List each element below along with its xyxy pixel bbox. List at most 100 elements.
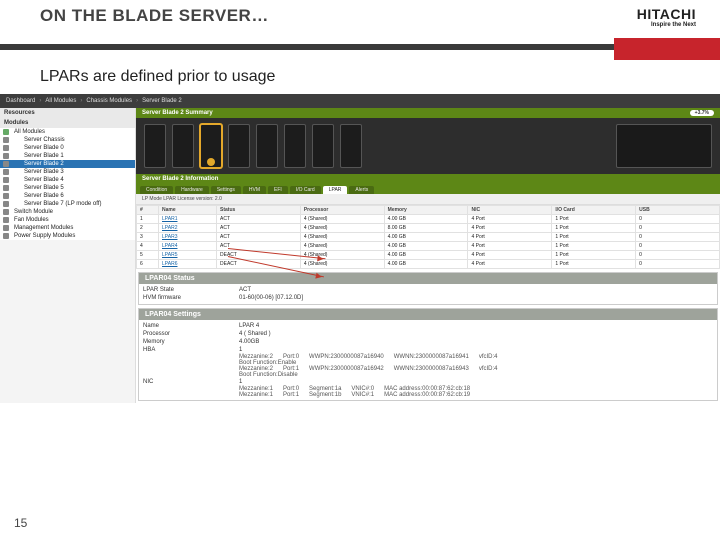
cell: 4 (Shared): [300, 215, 384, 224]
table-row[interactable]: 3LPAR3ACT4 (Shared)4.00 GB4 Port1 Port0: [137, 233, 720, 242]
sidebar-item-0[interactable]: All Modules: [0, 128, 135, 136]
lpar-link[interactable]: LPAR6: [159, 260, 217, 269]
hba-label: HBA: [143, 347, 239, 353]
col-header[interactable]: I/O Card: [552, 206, 636, 215]
cell: 4.00 GB: [384, 215, 468, 224]
lpar-link[interactable]: LPAR4: [159, 242, 217, 251]
tab-settings[interactable]: Settings: [211, 186, 241, 194]
warning-icon: [207, 158, 215, 166]
sidebar-item-5[interactable]: Server Blade 3: [0, 168, 135, 176]
cell: 3: [137, 233, 159, 242]
sidebar-item-6[interactable]: Server Blade 4: [0, 176, 135, 184]
tab-hvm[interactable]: HVM: [243, 186, 266, 194]
blade-slot-5[interactable]: [284, 124, 306, 168]
summary-title: Server Blade 2 Summary: [142, 110, 213, 116]
crumb-2[interactable]: Chassis Modules: [86, 98, 132, 104]
page-number: 15: [14, 516, 27, 530]
col-header[interactable]: Processor: [300, 206, 384, 215]
summary-bar: Server Blade 2 Summary +3.7%: [136, 108, 720, 118]
col-header[interactable]: #: [137, 206, 159, 215]
cell: 1 Port: [552, 233, 636, 242]
blade-slot-1[interactable]: [172, 124, 194, 168]
table-row[interactable]: 6LPAR6DEACT4 (Shared)4.00 GB4 Port1 Port…: [137, 260, 720, 269]
sidebar-header-modules: Modules: [0, 118, 135, 128]
tab-i-o-card[interactable]: I/O Card: [290, 186, 321, 194]
blade-slot-6[interactable]: [312, 124, 334, 168]
cell: 4.00 GB: [384, 233, 468, 242]
cell: 4 Port: [468, 242, 552, 251]
cell: 4 (Shared): [300, 224, 384, 233]
sidebar-item-13[interactable]: Power Supply Modules: [0, 232, 135, 240]
lpar-link[interactable]: LPAR3: [159, 233, 217, 242]
slide-subtitle: LPARs are defined prior to usage: [0, 50, 720, 94]
tab-hardware[interactable]: Hardware: [175, 186, 209, 194]
col-header[interactable]: Name: [159, 206, 217, 215]
sidebar-item-10[interactable]: Switch Module: [0, 208, 135, 216]
blade-slot-0[interactable]: [144, 124, 166, 168]
lpar-settings-panel: LPAR04 Settings NameLPAR 4 Processor4 ( …: [138, 308, 718, 401]
cell: 8.00 GB: [384, 224, 468, 233]
tab-efi[interactable]: EFI: [268, 186, 288, 194]
cell: 4.00 GB: [384, 260, 468, 269]
lpar-link[interactable]: LPAR1: [159, 215, 217, 224]
sidebar-header-resources: Resources: [0, 108, 135, 118]
cell: 2: [137, 224, 159, 233]
table-row[interactable]: 2LPAR2ACT4 (Shared)8.00 GB4 Port1 Port0: [137, 224, 720, 233]
cell: 4 (Shared): [300, 260, 384, 269]
table-row[interactable]: 1LPAR1ACT4 (Shared)4.00 GB4 Port1 Port0: [137, 215, 720, 224]
crumb-1[interactable]: All Modules: [45, 98, 76, 104]
info-bar: Server Blade 2 Information: [136, 174, 720, 184]
tab-alerts[interactable]: Alerts: [349, 186, 374, 194]
sidebar-item-9[interactable]: Server Blade 7 (LP mode off): [0, 200, 135, 208]
col-header[interactable]: Memory: [384, 206, 468, 215]
cell: 4 Port: [468, 215, 552, 224]
blade-slot-2[interactable]: [200, 124, 222, 168]
crumb-3[interactable]: Server Blade 2: [142, 98, 182, 104]
sidebar-item-3[interactable]: Server Blade 1: [0, 152, 135, 160]
sidebar-item-11[interactable]: Fan Modules: [0, 216, 135, 224]
tab-condition[interactable]: Condition: [140, 186, 173, 194]
cell: 0: [636, 242, 720, 251]
brand-name: HITACHI: [637, 6, 696, 22]
firmware-label: HVM firmware: [143, 295, 239, 301]
lpar-link[interactable]: LPAR2: [159, 224, 217, 233]
cell: 1 Port: [552, 251, 636, 260]
hba-count: 1: [239, 347, 713, 353]
sidebar-item-7[interactable]: Server Blade 5: [0, 184, 135, 192]
blade-slot-4[interactable]: [256, 124, 278, 168]
col-header[interactable]: NIC: [468, 206, 552, 215]
health-badge[interactable]: +3.7%: [690, 110, 714, 116]
lpar-table: #NameStatusProcessorMemoryNICI/O CardUSB…: [136, 205, 720, 269]
col-header[interactable]: Status: [217, 206, 301, 215]
cell: 0: [636, 224, 720, 233]
sidebar-item-8[interactable]: Server Blade 6: [0, 192, 135, 200]
crumb-0[interactable]: Dashboard: [6, 98, 35, 104]
resource-sidebar: Resources Modules All ModulesServer Chas…: [0, 108, 136, 403]
brand-logo: HITACHI Inspire the Next: [637, 6, 696, 28]
proc-value: 4 ( Shared ): [239, 331, 713, 337]
tab-lpar[interactable]: LPAR: [323, 186, 348, 194]
nic-count: 1: [239, 379, 713, 385]
state-label: LPAR State: [143, 287, 239, 293]
cell: 1: [137, 215, 159, 224]
cell: ACT: [217, 224, 301, 233]
blade-slot-7[interactable]: [340, 124, 362, 168]
table-row[interactable]: 5LPAR5DEACT4 (Shared)4.00 GB4 Port1 Port…: [137, 251, 720, 260]
lpar-link[interactable]: LPAR5: [159, 251, 217, 260]
sidebar-item-1[interactable]: Server Chassis: [0, 136, 135, 144]
lpar-status-panel: LPAR04 Status LPAR StateACT HVM firmware…: [138, 272, 718, 305]
cell: 4 Port: [468, 224, 552, 233]
nic-line-2: Mezzanine:1Port:1Segment:1bVNIC#:1MAC ad…: [143, 392, 713, 398]
sidebar-item-4[interactable]: Server Blade 2: [0, 160, 135, 168]
cell: 0: [636, 251, 720, 260]
mem-value: 4.00GB: [239, 339, 713, 345]
sidebar-item-12[interactable]: Management Modules: [0, 224, 135, 232]
cell: ACT: [217, 215, 301, 224]
proc-label: Processor: [143, 331, 239, 337]
firmware-value: 01-60(00-06) [07.12.0D]: [239, 295, 713, 301]
cell: ACT: [217, 233, 301, 242]
sidebar-item-2[interactable]: Server Blade 0: [0, 144, 135, 152]
blade-slot-3[interactable]: [228, 124, 250, 168]
table-row[interactable]: 4LPAR4ACT4 (Shared)4.00 GB4 Port1 Port0: [137, 242, 720, 251]
col-header[interactable]: USB: [636, 206, 720, 215]
